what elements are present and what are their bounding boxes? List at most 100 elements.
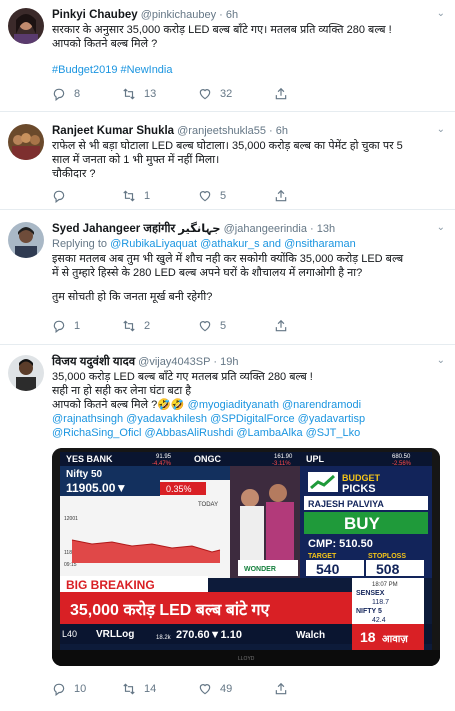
retweet-icon — [123, 190, 135, 202]
heart-icon — [199, 191, 211, 202]
reply-button[interactable]: 1 — [52, 318, 80, 334]
share-icon — [275, 189, 287, 202]
tweet-text: राफेल से भी बड़ा घोटाला LED बल्ब घोटाला।… — [52, 140, 403, 180]
chevron-down-icon[interactable]: ⌄ — [437, 8, 445, 19]
ticker-ongc-price: 161.90 — [274, 454, 293, 460]
reply-icon — [53, 320, 65, 333]
avatar[interactable] — [8, 355, 44, 391]
display-name[interactable]: Pinkyi Chaubey — [52, 9, 138, 21]
retweet-button[interactable]: 14 — [122, 681, 156, 697]
share-button[interactable] — [274, 318, 296, 334]
handle[interactable]: @vijay4043SP — [138, 356, 210, 368]
logo-wonder: WONDER — [244, 566, 276, 573]
tweet-3[interactable]: Syed Jahangeer जहांगीर جہانگیر @jahangee… — [0, 210, 455, 345]
tweet-actions: 8 13 32 — [52, 86, 432, 102]
display-name[interactable]: Ranjeet Kumar Shukla — [52, 125, 174, 137]
like-button[interactable]: 5 — [198, 318, 226, 334]
heart-icon — [199, 684, 211, 695]
brand-number: 18 — [360, 629, 376, 645]
share-icon — [275, 319, 287, 332]
headline-text: 35,000 करोड़ LED बल्ब बांटे गए — [70, 600, 271, 619]
brand-label: आवाज़ — [382, 634, 408, 645]
big-breaking-label: BIG BREAKING — [66, 578, 155, 592]
chevron-down-icon[interactable]: ⌄ — [437, 124, 445, 135]
reply-icon — [53, 88, 65, 101]
sensex-label: SENSEX — [356, 590, 385, 597]
chevron-down-icon[interactable]: ⌄ — [437, 222, 445, 233]
ticker-price: 270.60▼1.10 — [176, 629, 242, 641]
tweet-actions: 1 2 5 — [52, 318, 432, 334]
analyst-name: RAJESH PALVIYA — [308, 499, 384, 509]
avatar[interactable] — [8, 124, 44, 160]
nifty-change: 0.35% — [166, 484, 192, 494]
share-icon — [275, 87, 287, 100]
like-button[interactable]: 49 — [198, 681, 232, 697]
ticker-ongc: ONGC — [194, 454, 222, 464]
clock-time: 18:07 PM — [372, 582, 398, 588]
target-value: 540 — [316, 561, 340, 577]
ticker-yesbank-price: 91.95 — [156, 454, 172, 460]
reply-button[interactable]: 10 — [52, 681, 86, 697]
share-button[interactable] — [274, 188, 296, 204]
y-high: 12001 — [64, 516, 78, 522]
cmp-label: CMP: 510.50 — [308, 538, 373, 550]
stoploss-label: STOPLOSS — [368, 553, 406, 560]
tweet-2[interactable]: Ranjeet Kumar Shukla @ranjeetshukla55 · … — [0, 112, 455, 210]
picks-label: PICKS — [342, 483, 376, 495]
display-name[interactable]: विजय यदुवंशी यादव — [52, 356, 135, 368]
target-label: TARGET — [308, 553, 337, 560]
ticker-walch: Walch — [296, 630, 325, 641]
retweet-button[interactable]: 13 — [122, 86, 156, 102]
nifty-value: 11905.00▼ — [66, 481, 127, 495]
bottom-left: L40 — [62, 629, 77, 639]
share-icon — [275, 682, 287, 695]
reply-button[interactable] — [52, 188, 74, 204]
timestamp[interactable]: 6h — [276, 125, 288, 137]
heart-icon — [199, 321, 211, 332]
timestamp[interactable]: 6h — [226, 9, 238, 21]
tweet-actions: 1 5 — [52, 188, 432, 204]
heart-icon — [199, 89, 211, 100]
share-button[interactable] — [274, 86, 296, 102]
tweet-media-image[interactable]: YES BANK 91.95 -4.47% ONGC 161.90 -3.11%… — [52, 448, 440, 666]
stoploss-value: 508 — [376, 561, 400, 577]
display-name[interactable]: Syed Jahangeer जहांगीर جہانگیر — [52, 223, 221, 235]
reply-button[interactable]: 8 — [52, 86, 80, 102]
ticker-yesbank: YES BANK — [66, 454, 113, 464]
retweet-icon — [123, 88, 135, 100]
like-button[interactable]: 5 — [198, 188, 226, 204]
ticker-upl-price: 680.50 — [392, 454, 411, 460]
retweet-icon — [123, 320, 135, 332]
ticker-mid: 18.2k — [156, 635, 172, 641]
timestamp[interactable]: 19h — [220, 356, 238, 368]
sensex-value: 118.7 — [372, 599, 389, 606]
buy-label: BUY — [344, 514, 381, 533]
retweet-button[interactable]: 2 — [122, 318, 150, 334]
handle[interactable]: @pinkichaubey — [141, 9, 216, 21]
tweet-actions: 10 14 49 — [52, 681, 432, 697]
avatar[interactable] — [8, 222, 44, 258]
tweet-text: इसका मतलब अब तुम भी खुले में शौच नही कर … — [52, 253, 404, 303]
handle[interactable]: @jahangeerindia — [224, 223, 307, 235]
reply-icon — [53, 190, 65, 203]
budget-title: BUDGET — [342, 473, 381, 483]
ticker-vrl: VRLLog — [96, 629, 134, 640]
replying-to: Replying to @RubikaLiyaquat @athakur_s a… — [52, 238, 356, 250]
like-button[interactable]: 32 — [198, 86, 232, 102]
avatar[interactable] — [8, 8, 44, 44]
tweet-text: सरकार के अनुसार 35,000 करोड़ LED बल्ब बा… — [52, 23, 433, 77]
nifty-label: Nifty 50 — [66, 469, 103, 480]
handle[interactable]: @ranjeetshukla55 — [177, 125, 266, 137]
tweet-text: 35,000 करोड़ LED बल्ब बाँटे गए मतलब प्रत… — [52, 371, 366, 439]
hashtags[interactable]: #Budget2019 #NewIndia — [52, 63, 433, 77]
reply-icon — [53, 683, 65, 696]
nifty5-label: NIFTY 5 — [356, 608, 382, 615]
retweet-button[interactable]: 1 — [122, 188, 150, 204]
ticker-upl: UPL — [306, 454, 325, 464]
today-label: TODAY — [198, 502, 218, 508]
tweet-1[interactable]: Pinkyi Chaubey @pinkichaubey · 6h सरकार … — [0, 0, 455, 112]
share-button[interactable] — [274, 681, 296, 697]
timestamp[interactable]: 13h — [317, 223, 335, 235]
retweet-icon — [123, 683, 135, 695]
chevron-down-icon[interactable]: ⌄ — [437, 355, 445, 366]
